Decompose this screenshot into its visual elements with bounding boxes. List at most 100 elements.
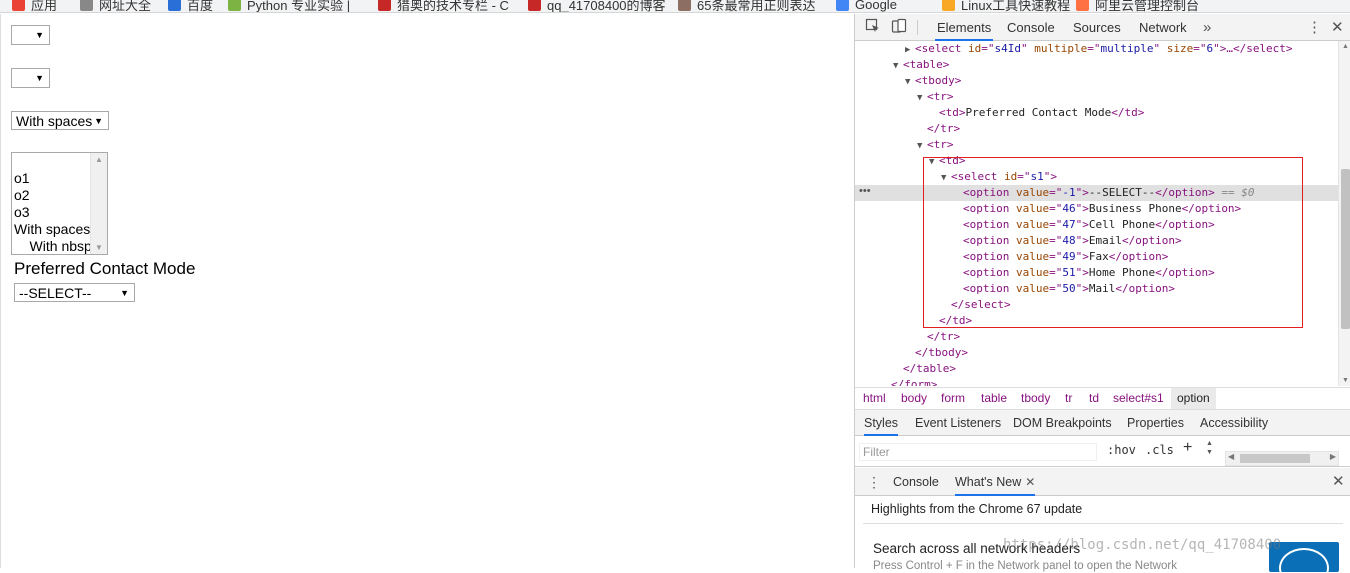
listbox-option[interactable]: o3 bbox=[14, 204, 30, 221]
device-toolbar-icon[interactable] bbox=[891, 18, 907, 34]
dom-node[interactable]: </form> bbox=[855, 377, 1338, 386]
listbox-option[interactable]: o1 bbox=[14, 170, 30, 187]
breadcrumb-item[interactable]: option bbox=[1171, 388, 1216, 409]
dom-node[interactable]: ▼ <table> bbox=[855, 57, 1338, 73]
breadcrumb-item[interactable]: tbody bbox=[1021, 388, 1050, 409]
dom-node[interactable]: </td> bbox=[855, 313, 1338, 329]
expand-toggle-icon[interactable]: ▶ bbox=[905, 42, 915, 58]
tab-sources[interactable]: Sources bbox=[1071, 14, 1123, 41]
new-style-rule-button[interactable]: + bbox=[1183, 439, 1192, 457]
dom-node[interactable]: <option value="50">Mail</option> bbox=[855, 281, 1338, 297]
spinner-icon[interactable]: ▲ ▼ bbox=[1206, 439, 1213, 457]
bookmark-item[interactable]: 百度 bbox=[168, 0, 213, 12]
dom-node[interactable]: </tr> bbox=[855, 329, 1338, 345]
bookmark-item[interactable]: 应用 bbox=[12, 0, 57, 12]
more-tabs-icon[interactable]: » bbox=[1203, 14, 1211, 41]
subtab-accessibility[interactable]: Accessibility bbox=[1200, 410, 1268, 436]
expand-toggle-icon[interactable]: ▼ bbox=[905, 74, 915, 90]
dom-node[interactable]: </tr> bbox=[855, 121, 1338, 137]
dom-node[interactable]: </table> bbox=[855, 361, 1338, 377]
whats-new-highlights: Highlights from the Chrome 67 update bbox=[871, 502, 1083, 516]
dom-node[interactable]: <td>Preferred Contact Mode</td> bbox=[855, 105, 1338, 121]
dom-node[interactable]: ▼ <td> bbox=[855, 153, 1338, 169]
tab-network[interactable]: Network bbox=[1137, 14, 1189, 41]
drawer-tab-console[interactable]: Console bbox=[893, 468, 939, 496]
contact-mode-select[interactable]: --SELECT-- ▼ bbox=[14, 283, 135, 302]
subtab-dom-breakpoints[interactable]: DOM Breakpoints bbox=[1013, 410, 1112, 436]
breadcrumb-item[interactable]: td bbox=[1089, 388, 1099, 409]
dom-node[interactable]: ▼ <tr> bbox=[855, 89, 1338, 105]
bookmark-item[interactable]: Google bbox=[836, 0, 897, 12]
bookmark-item[interactable]: Python 专业实验 | bbox=[228, 0, 350, 12]
dom-tree[interactable]: ▶ <select id="s4Id" multiple="multiple" s… bbox=[855, 41, 1338, 386]
select-1[interactable]: ▼ bbox=[11, 25, 50, 45]
scroll-down-icon[interactable]: ▼ bbox=[1342, 377, 1349, 384]
bookmark-item[interactable]: Linux工具快速教程 bbox=[942, 0, 1070, 12]
listbox-option[interactable]: With nbsp bbox=[14, 238, 92, 254]
bookmark-item[interactable]: 猎奥的技术专栏 - C bbox=[378, 0, 509, 12]
bookmark-item[interactable]: 阿里云管理控制台 bbox=[1076, 0, 1199, 12]
devtools-menu-icon[interactable]: ⋮ bbox=[1307, 14, 1322, 41]
devtools-close-icon[interactable]: ✕ bbox=[1331, 14, 1344, 41]
more-options-icon[interactable]: ••• bbox=[859, 185, 871, 197]
breadcrumb-item[interactable]: table bbox=[981, 388, 1007, 409]
dom-node[interactable]: <option value="48">Email</option> bbox=[855, 233, 1338, 249]
tab-elements[interactable]: Elements bbox=[935, 14, 994, 41]
dom-node[interactable]: ▼ <tr> bbox=[855, 137, 1338, 153]
listbox-scrollbar[interactable]: ▲ ▼ bbox=[90, 153, 107, 254]
drawer-tabs: ⋮ Console What's New ✕ ✕ bbox=[855, 468, 1350, 496]
bookmark-item[interactable]: 65条最常用正则表达 bbox=[678, 0, 815, 12]
bookmark-item[interactable]: 网址大全 bbox=[80, 0, 151, 12]
bookmark-label: 猎奥的技术专栏 - C bbox=[397, 0, 509, 13]
scroll-right-icon[interactable]: ▶ bbox=[1330, 452, 1336, 461]
dom-node[interactable]: ▼ <select id="s1"> bbox=[855, 169, 1338, 185]
listbox-option[interactable]: With spaces bbox=[14, 221, 90, 238]
dom-node[interactable]: <option value="-1">--SELECT--</option> =… bbox=[855, 185, 1338, 201]
expand-toggle-icon[interactable]: ▼ bbox=[941, 170, 951, 186]
scroll-left-icon[interactable]: ◀ bbox=[1228, 452, 1234, 461]
python-icon bbox=[228, 0, 241, 11]
dom-node[interactable]: <option value="51">Home Phone</option> bbox=[855, 265, 1338, 281]
bookmark-item[interactable]: qq_41708400的博客 bbox=[528, 0, 666, 12]
dom-node[interactable]: <option value="46">Business Phone</optio… bbox=[855, 201, 1338, 217]
select-2[interactable]: ▼ bbox=[11, 68, 50, 88]
dom-node[interactable]: ▼ <tbody> bbox=[855, 73, 1338, 89]
class-button[interactable]: .cls bbox=[1145, 443, 1174, 457]
hover-state-button[interactable]: :hov bbox=[1107, 443, 1136, 457]
horizontal-scrollbar[interactable]: ◀ ▶ bbox=[1225, 451, 1339, 466]
breadcrumb-item[interactable]: html bbox=[863, 388, 886, 409]
select-3[interactable]: With spaces ▼ bbox=[11, 111, 109, 130]
scrollbar-thumb[interactable] bbox=[1341, 169, 1350, 329]
drawer-menu-icon[interactable]: ⋮ bbox=[867, 468, 881, 496]
styles-filter-bar: Filter :hov .cls + ▲ ▼ ◀ ▶ bbox=[855, 437, 1350, 467]
expand-toggle-icon[interactable]: ▼ bbox=[893, 58, 903, 74]
subtab-styles[interactable]: Styles bbox=[864, 410, 899, 436]
scroll-up-icon[interactable]: ▲ bbox=[1342, 43, 1349, 50]
breadcrumb-item[interactable]: form bbox=[941, 388, 965, 409]
dom-node[interactable]: </select> bbox=[855, 297, 1338, 313]
styles-filter-input[interactable]: Filter bbox=[859, 443, 1097, 461]
scrollbar-thumb[interactable] bbox=[1240, 454, 1310, 463]
subtab-properties[interactable]: Properties bbox=[1127, 410, 1184, 436]
tab-console[interactable]: Console bbox=[1005, 14, 1057, 41]
expand-toggle-icon[interactable]: ▼ bbox=[917, 90, 927, 106]
inspect-element-icon[interactable] bbox=[865, 18, 881, 34]
drawer-tab-whats-new[interactable]: What's New ✕ bbox=[955, 468, 1036, 496]
dom-node[interactable]: </tbody> bbox=[855, 345, 1338, 361]
breadcrumb-item[interactable]: body bbox=[901, 388, 927, 409]
expand-toggle-icon[interactable]: ▼ bbox=[929, 154, 939, 170]
dom-node[interactable]: <option value="49">Fax</option> bbox=[855, 249, 1338, 265]
scroll-up-icon[interactable]: ▲ bbox=[95, 155, 103, 164]
dom-node[interactable]: <option value="47">Cell Phone</option> bbox=[855, 217, 1338, 233]
multi-select-listbox[interactable]: o1 o2 o3 With spaces With nbsp ▲ ▼ bbox=[11, 152, 108, 255]
drawer-close-icon[interactable]: ✕ bbox=[1332, 468, 1345, 496]
breadcrumb-item[interactable]: tr bbox=[1065, 388, 1072, 409]
dom-node[interactable]: ▶ <select id="s4Id" multiple="multiple" s… bbox=[855, 41, 1338, 57]
listbox-option[interactable]: o2 bbox=[14, 187, 30, 204]
expand-toggle-icon[interactable]: ▼ bbox=[917, 138, 927, 154]
scroll-down-icon[interactable]: ▼ bbox=[95, 243, 103, 252]
breadcrumb-item[interactable]: select#s1 bbox=[1113, 388, 1164, 409]
close-tab-icon[interactable]: ✕ bbox=[1025, 475, 1035, 489]
subtab-event-listeners[interactable]: Event Listeners bbox=[915, 410, 1001, 436]
dom-tree-scrollbar[interactable]: ▲ ▼ bbox=[1338, 41, 1350, 386]
